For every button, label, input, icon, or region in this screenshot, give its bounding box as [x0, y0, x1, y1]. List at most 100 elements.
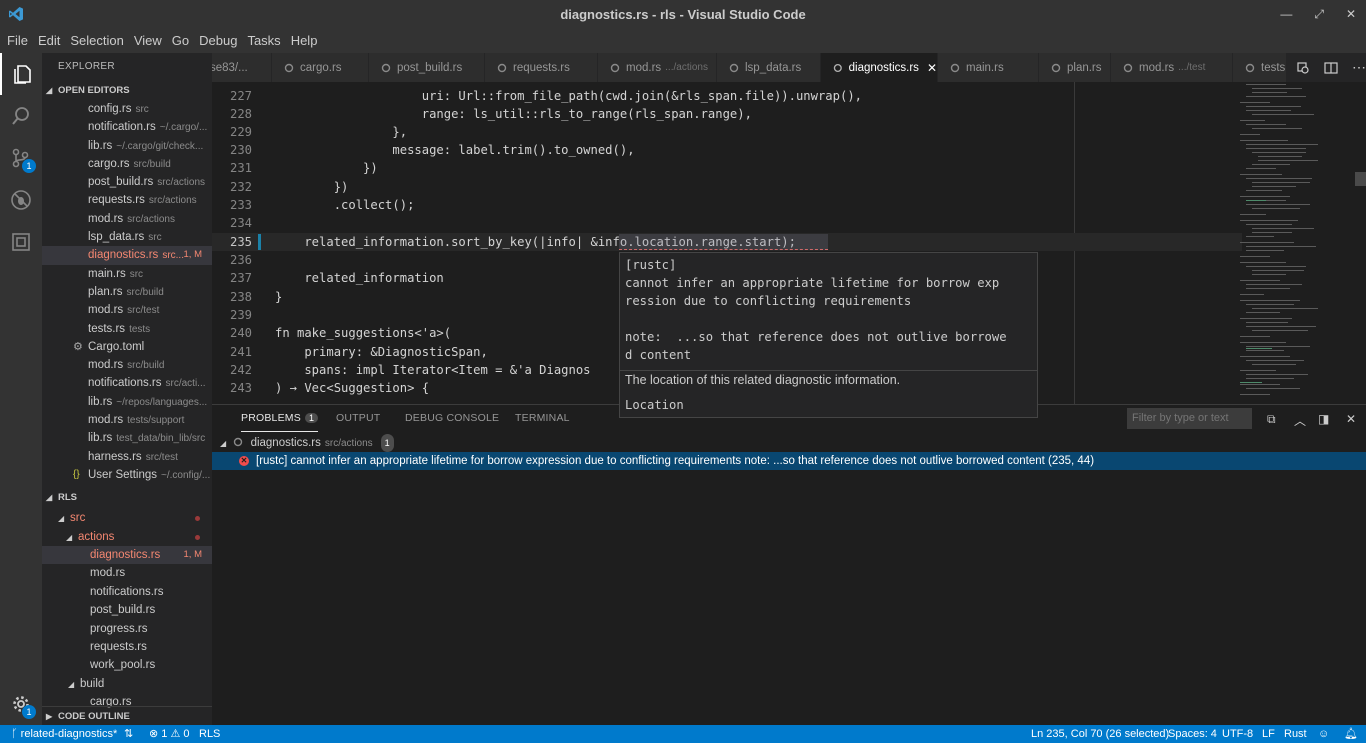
explorer-activity[interactable]	[0, 53, 42, 95]
open-editor-item[interactable]: config.rs src	[42, 100, 212, 118]
indentation[interactable]: Spaces: 4	[1168, 725, 1217, 743]
rls-header[interactable]: ◢ RLS	[42, 488, 212, 507]
code-outline-header[interactable]: ▶ CODE OUTLINE	[42, 706, 212, 725]
menu-file[interactable]: File	[2, 33, 33, 48]
open-editors-header[interactable]: ◢ OPEN EDITORS	[42, 81, 212, 100]
tab-debug-console[interactable]: DEBUG CONSOLE	[405, 412, 499, 424]
tab[interactable]: mod.rs .../actions	[598, 53, 717, 82]
close-panel-icon[interactable]: ✕	[1346, 412, 1356, 426]
open-editor-item[interactable]: ⚙ Cargo.toml	[42, 338, 212, 356]
tree-file-diagnostics[interactable]: diagnostics.rs 1, M	[42, 546, 212, 565]
open-editor-item[interactable]: main.rs src	[42, 265, 212, 283]
code-line[interactable]: 227 uri: Url::from_file_path(cwd.join(&r…	[212, 87, 1242, 105]
menu-view[interactable]: View	[129, 33, 167, 48]
tree-folder-build[interactable]: ◢ build	[42, 675, 212, 693]
tab-output[interactable]: OUTPUT	[336, 412, 380, 424]
tree-file[interactable]: notifications.rs	[42, 583, 212, 601]
problems-filter-input[interactable]	[1127, 408, 1252, 429]
problems-summary[interactable]: ⊗ 1 ⚠ 0	[149, 725, 190, 743]
menu-debug[interactable]: Debug	[194, 33, 242, 48]
toggle-panel-position-icon[interactable]: ◨	[1318, 412, 1329, 426]
minimize-icon[interactable]: —	[1280, 7, 1292, 21]
code-line[interactable]: 231 })	[212, 159, 1242, 177]
tab-active[interactable]: diagnostics.rs ✕	[821, 53, 938, 82]
open-editor-item[interactable]: cargo.rs src/build	[42, 155, 212, 173]
tab[interactable]: tests	[1233, 53, 1293, 82]
sync-icon[interactable]: ⇅	[124, 725, 133, 743]
open-editor-item[interactable]: notification.rs ~/.cargo/...	[42, 118, 212, 136]
split-editor-icon[interactable]	[1324, 61, 1338, 75]
cursor-position[interactable]: Ln 235, Col 70 (26 selected)	[1031, 725, 1169, 743]
search-activity[interactable]	[0, 95, 42, 137]
more-actions-icon[interactable]: ⋯	[1352, 59, 1366, 76]
git-branch[interactable]: ᚴ related-diagnostics*	[11, 725, 117, 743]
maximize-panel-icon[interactable]: ︿	[1294, 412, 1306, 429]
tree-file[interactable]: mod.rs	[42, 564, 212, 582]
tab-problems[interactable]: PROBLEMS 1	[241, 412, 319, 432]
debug-activity[interactable]	[0, 179, 42, 221]
open-editor-item[interactable]: {} User Settings ~/.config/...	[42, 466, 212, 484]
open-editor-item[interactable]: harness.rs src/test	[42, 448, 212, 466]
open-editor-item[interactable]: mod.rs src/build	[42, 356, 212, 374]
open-editor-item[interactable]: mod.rs src/actions	[42, 210, 212, 228]
rls-status[interactable]: RLS	[199, 725, 220, 743]
tab[interactable]: main.rs	[938, 53, 1039, 82]
tab[interactable]: post_build.rs	[369, 53, 485, 82]
code-line[interactable]: 229 },	[212, 123, 1242, 141]
menu-tasks[interactable]: Tasks	[242, 33, 285, 48]
tree-folder-src[interactable]: ◢ src	[42, 509, 212, 527]
open-changes-icon[interactable]	[1296, 61, 1310, 75]
open-editor-item[interactable]: tests.rs tests	[42, 320, 212, 338]
scrollbar-thumb[interactable]	[1355, 172, 1366, 186]
code-line[interactable]: 234	[212, 214, 1242, 232]
problem-file-row[interactable]: ◢ diagnostics.rs src/actions 1	[212, 434, 1366, 452]
editor-scrollbar[interactable]	[1355, 82, 1366, 404]
collapse-all-icon[interactable]: ⧉	[1267, 412, 1276, 427]
tree-file[interactable]: progress.rs	[42, 620, 212, 638]
open-editor-item[interactable]: post_build.rs src/actions	[42, 173, 212, 191]
manage-activity[interactable]: 1	[0, 683, 42, 725]
tab[interactable]: plan.rs	[1039, 53, 1111, 82]
open-editor-item[interactable]: plan.rs src/build	[42, 283, 212, 301]
tab[interactable]: mod.rs .../test	[1111, 53, 1233, 82]
tab[interactable]: lsp_data.rs	[717, 53, 821, 82]
menu-selection[interactable]: Selection	[65, 33, 128, 48]
open-editor-item[interactable]: lsp_data.rs src	[42, 228, 212, 246]
code-line[interactable]: 228 range: ls_util::rls_to_range(rls_spa…	[212, 105, 1242, 123]
open-editor-item[interactable]: lib.rs ~/.cargo/git/check...	[42, 137, 212, 155]
tab-terminal[interactable]: TERMINAL	[515, 412, 570, 424]
notifications-bell-icon[interactable]: 🔔︎	[1344, 725, 1358, 743]
close-window-icon[interactable]: ✕	[1346, 7, 1356, 21]
code-line[interactable]: 233 .collect();	[212, 196, 1242, 214]
tab[interactable]: requests.rs	[485, 53, 598, 82]
tree-file[interactable]: post_build.rs	[42, 601, 212, 619]
open-editor-item[interactable]: notifications.rs src/acti...	[42, 374, 212, 392]
code-line-current[interactable]: 235 related_information.sort_by_key(|inf…	[212, 233, 1242, 252]
encoding[interactable]: UTF-8	[1222, 725, 1253, 743]
tree-file[interactable]: requests.rs	[42, 638, 212, 656]
code-line[interactable]: 230 message: label.trim().to_owned(),	[212, 141, 1242, 159]
minimap[interactable]	[1232, 82, 1352, 404]
language-mode[interactable]: Rust	[1284, 725, 1307, 743]
scm-activity[interactable]: 1	[0, 137, 42, 179]
menu-edit[interactable]: Edit	[33, 33, 65, 48]
tree-file[interactable]: work_pool.rs	[42, 656, 212, 674]
open-editor-item[interactable]: mod.rs src/test	[42, 301, 212, 319]
open-editor-item-active[interactable]: diagnostics.rs src... 1, M	[42, 246, 212, 265]
open-editor-item[interactable]: mod.rs tests/support	[42, 411, 212, 429]
code-line[interactable]: 232 })	[212, 178, 1242, 196]
tree-folder-actions[interactable]: ◢ actions	[42, 528, 212, 546]
menu-go[interactable]: Go	[167, 33, 194, 48]
extensions-activity[interactable]	[0, 221, 42, 263]
line-ending[interactable]: LF	[1262, 725, 1275, 743]
tab[interactable]: se83/...	[212, 53, 272, 82]
open-editor-item[interactable]: lib.rs test_data/bin_lib/src	[42, 429, 212, 447]
open-editor-item[interactable]: requests.rs src/actions	[42, 191, 212, 209]
menu-help[interactable]: Help	[286, 33, 323, 48]
problem-row[interactable]: ✕ [rustc] cannot infer an appropriate li…	[212, 452, 1366, 470]
restore-icon[interactable]: ⤢	[1314, 7, 1324, 22]
close-tab-icon[interactable]: ✕	[927, 61, 937, 75]
feedback-icon[interactable]: ☺	[1318, 725, 1329, 743]
open-editor-item[interactable]: lib.rs ~/repos/languages...	[42, 393, 212, 411]
tab[interactable]: cargo.rs	[272, 53, 369, 82]
